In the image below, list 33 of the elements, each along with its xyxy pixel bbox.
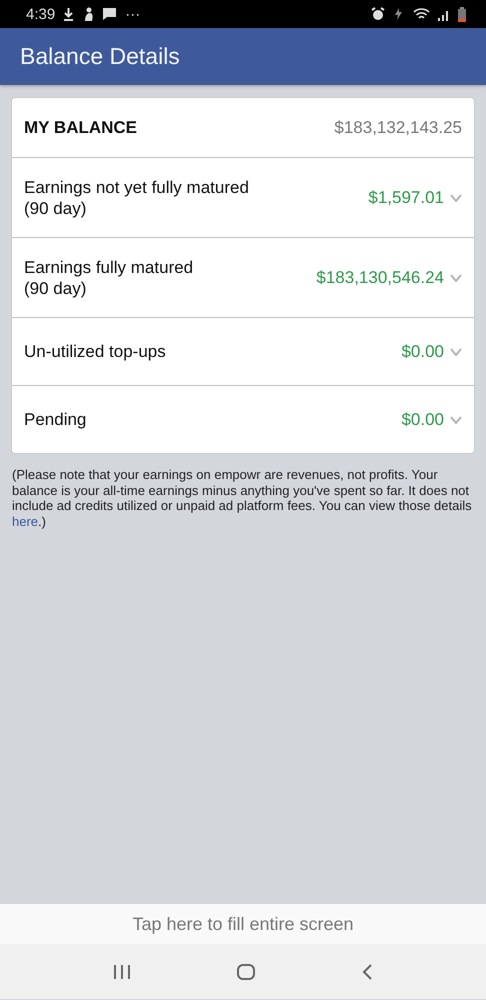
wifi-icon (413, 8, 430, 20)
chevron-icon (450, 274, 462, 282)
battery-icon (458, 6, 466, 22)
chevron-icon (450, 416, 462, 424)
row-amount: $0.00 (401, 410, 444, 430)
balance-row[interactable]: Pending $0.00 (12, 385, 474, 453)
clock-time: 4:39 (26, 6, 56, 22)
row-amount: $1,597.01 (368, 188, 444, 208)
balance-total: $183,132,143.25 (334, 118, 462, 138)
row-amount: $0.00 (401, 342, 444, 362)
balance-row[interactable]: Earnings not yet fully matured (90 day) $1,597.01 (12, 157, 474, 237)
back-icon[interactable] (361, 962, 374, 980)
home-icon[interactable] (236, 962, 256, 980)
chevron-icon (450, 194, 462, 202)
balance-row[interactable]: Un-utilized top-ups $0.00 (12, 317, 474, 385)
alarm-icon (371, 7, 385, 21)
row-amount: $183,130,546.24 (316, 268, 444, 288)
row-label: Earnings fully matured (90 day) (24, 256, 194, 298)
balance-note: (Please note that your earnings on empowr are revenues, not profits. Your balance is your all-time earnings minus anything you've spent so far. It does not include ad credits utilized or unpaid ad platform fees. You can view those details here.) (12, 467, 473, 529)
row-label: Earnings not yet fully matured (90 day) (24, 176, 250, 218)
balance-row[interactable]: Earnings fully matured (90 day) $183,130,546.24 (12, 237, 474, 317)
screen-title: Balance Details (20, 43, 180, 70)
figure-icon (82, 7, 94, 21)
message-icon (102, 7, 118, 21)
data-icon (393, 7, 405, 21)
row-label: Pending (24, 409, 88, 430)
details-link[interactable]: here (12, 514, 38, 528)
download-icon (63, 7, 74, 21)
balance-label: MY BALANCE (24, 118, 138, 138)
recent-apps-icon[interactable] (112, 964, 131, 980)
chevron-icon (450, 348, 462, 356)
row-label: Un-utilized top-ups (24, 341, 167, 362)
more-notifications: ··· (125, 6, 140, 22)
